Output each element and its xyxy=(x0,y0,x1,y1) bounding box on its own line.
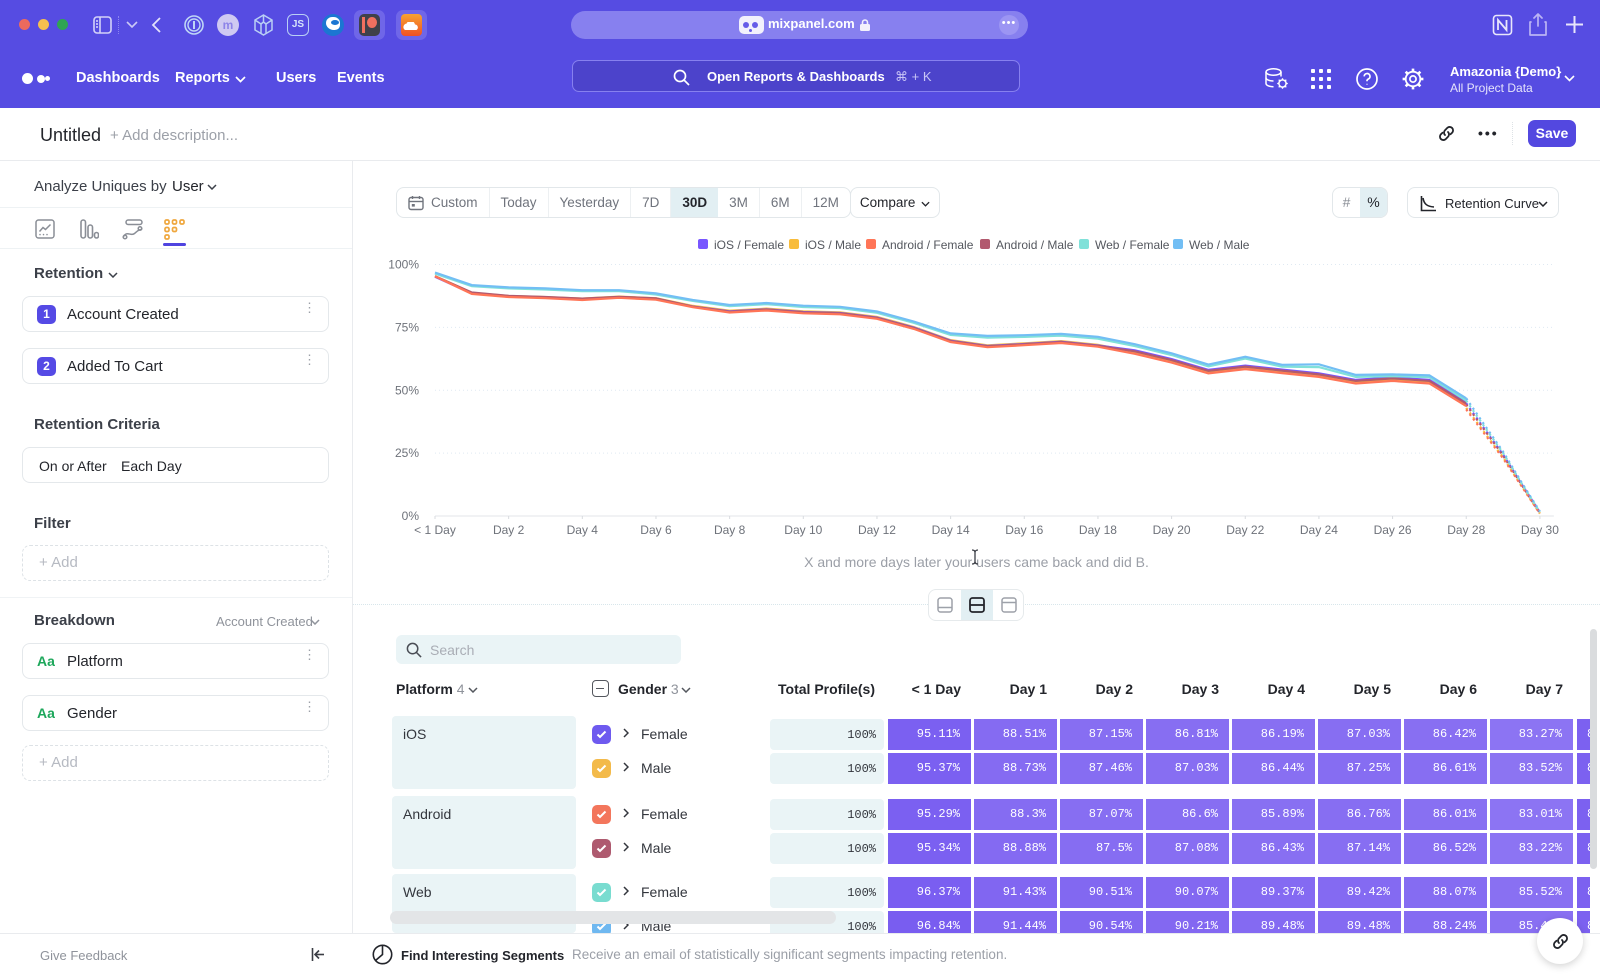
svg-text:50%: 50% xyxy=(395,383,419,397)
svg-text:Day 14: Day 14 xyxy=(932,523,970,537)
svg-text:Day 8: Day 8 xyxy=(714,523,746,537)
svg-text:Day 20: Day 20 xyxy=(1153,523,1191,537)
svg-text:Day 24: Day 24 xyxy=(1300,523,1338,537)
svg-text:< 1 Day: < 1 Day xyxy=(414,523,456,537)
svg-text:0%: 0% xyxy=(402,509,420,523)
svg-text:100%: 100% xyxy=(388,258,419,272)
svg-text:Day 2: Day 2 xyxy=(493,523,525,537)
svg-text:75%: 75% xyxy=(395,320,419,334)
svg-text:Day 16: Day 16 xyxy=(1005,523,1043,537)
svg-text:Day 30: Day 30 xyxy=(1521,523,1559,537)
svg-text:Day 18: Day 18 xyxy=(1079,523,1117,537)
svg-text:25%: 25% xyxy=(395,446,419,460)
svg-text:Day 22: Day 22 xyxy=(1226,523,1264,537)
svg-text:Day 12: Day 12 xyxy=(858,523,896,537)
svg-text:Day 28: Day 28 xyxy=(1447,523,1485,537)
svg-text:Day 10: Day 10 xyxy=(784,523,822,537)
svg-text:Day 26: Day 26 xyxy=(1374,523,1412,537)
svg-text:Day 4: Day 4 xyxy=(567,523,599,537)
svg-text:Day 6: Day 6 xyxy=(640,523,672,537)
